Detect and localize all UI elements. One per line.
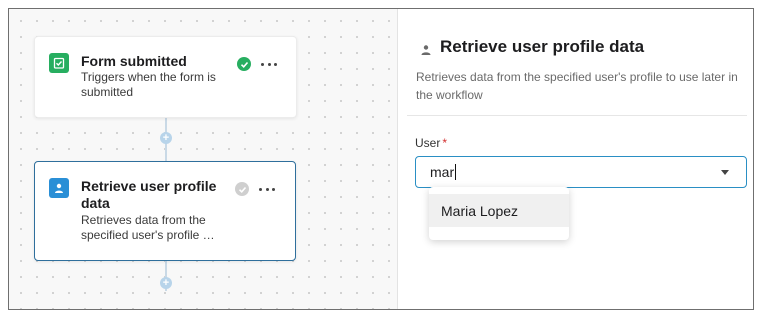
clipboard-check-icon xyxy=(49,53,69,73)
check-circle-icon xyxy=(237,57,251,71)
more-options-icon[interactable] xyxy=(259,182,275,196)
node-title: Form submitted xyxy=(81,53,187,69)
panel-title-text: Retrieve user profile data xyxy=(440,37,645,56)
check-circle-icon xyxy=(235,182,249,196)
user-dropdown-menu: Maria Lopez xyxy=(429,187,569,240)
node-title: Retrieve user profile data xyxy=(81,178,217,211)
panel-title: Retrieve user profile data xyxy=(420,37,644,57)
user-select-input[interactable]: mar xyxy=(415,156,747,188)
dropdown-option-label: Maria Lopez xyxy=(441,203,519,219)
add-step-button[interactable]: + xyxy=(160,277,172,289)
panel-divider xyxy=(397,9,398,309)
panel-description: Retrieves data from the specified user's… xyxy=(416,70,738,102)
app-window: + + Form submitted Triggers when the for… xyxy=(8,8,754,310)
field-label-text: User xyxy=(415,136,441,150)
add-step-button[interactable]: + xyxy=(160,132,172,144)
node-description: Retrieves data from the specified user's… xyxy=(81,213,215,242)
required-marker: * xyxy=(442,136,448,150)
node-description: Triggers when the form is submitted xyxy=(81,70,216,99)
user-icon xyxy=(420,41,432,55)
workflow-canvas[interactable]: + + Form submitted Triggers when the for… xyxy=(9,9,397,309)
select-input-text: mar xyxy=(430,164,455,180)
more-options-icon[interactable] xyxy=(261,57,277,71)
text-cursor xyxy=(455,164,457,180)
workflow-node-form-submitted[interactable]: Form submitted Triggers when the form is… xyxy=(34,36,297,118)
divider xyxy=(407,115,747,116)
user-field-label: User * xyxy=(415,136,447,150)
dropdown-option[interactable]: Maria Lopez xyxy=(429,194,569,227)
workflow-node-retrieve-user-profile[interactable]: Retrieve user profile data Retrieves dat… xyxy=(34,161,296,261)
chevron-down-icon[interactable] xyxy=(721,170,729,175)
user-icon xyxy=(49,178,69,198)
